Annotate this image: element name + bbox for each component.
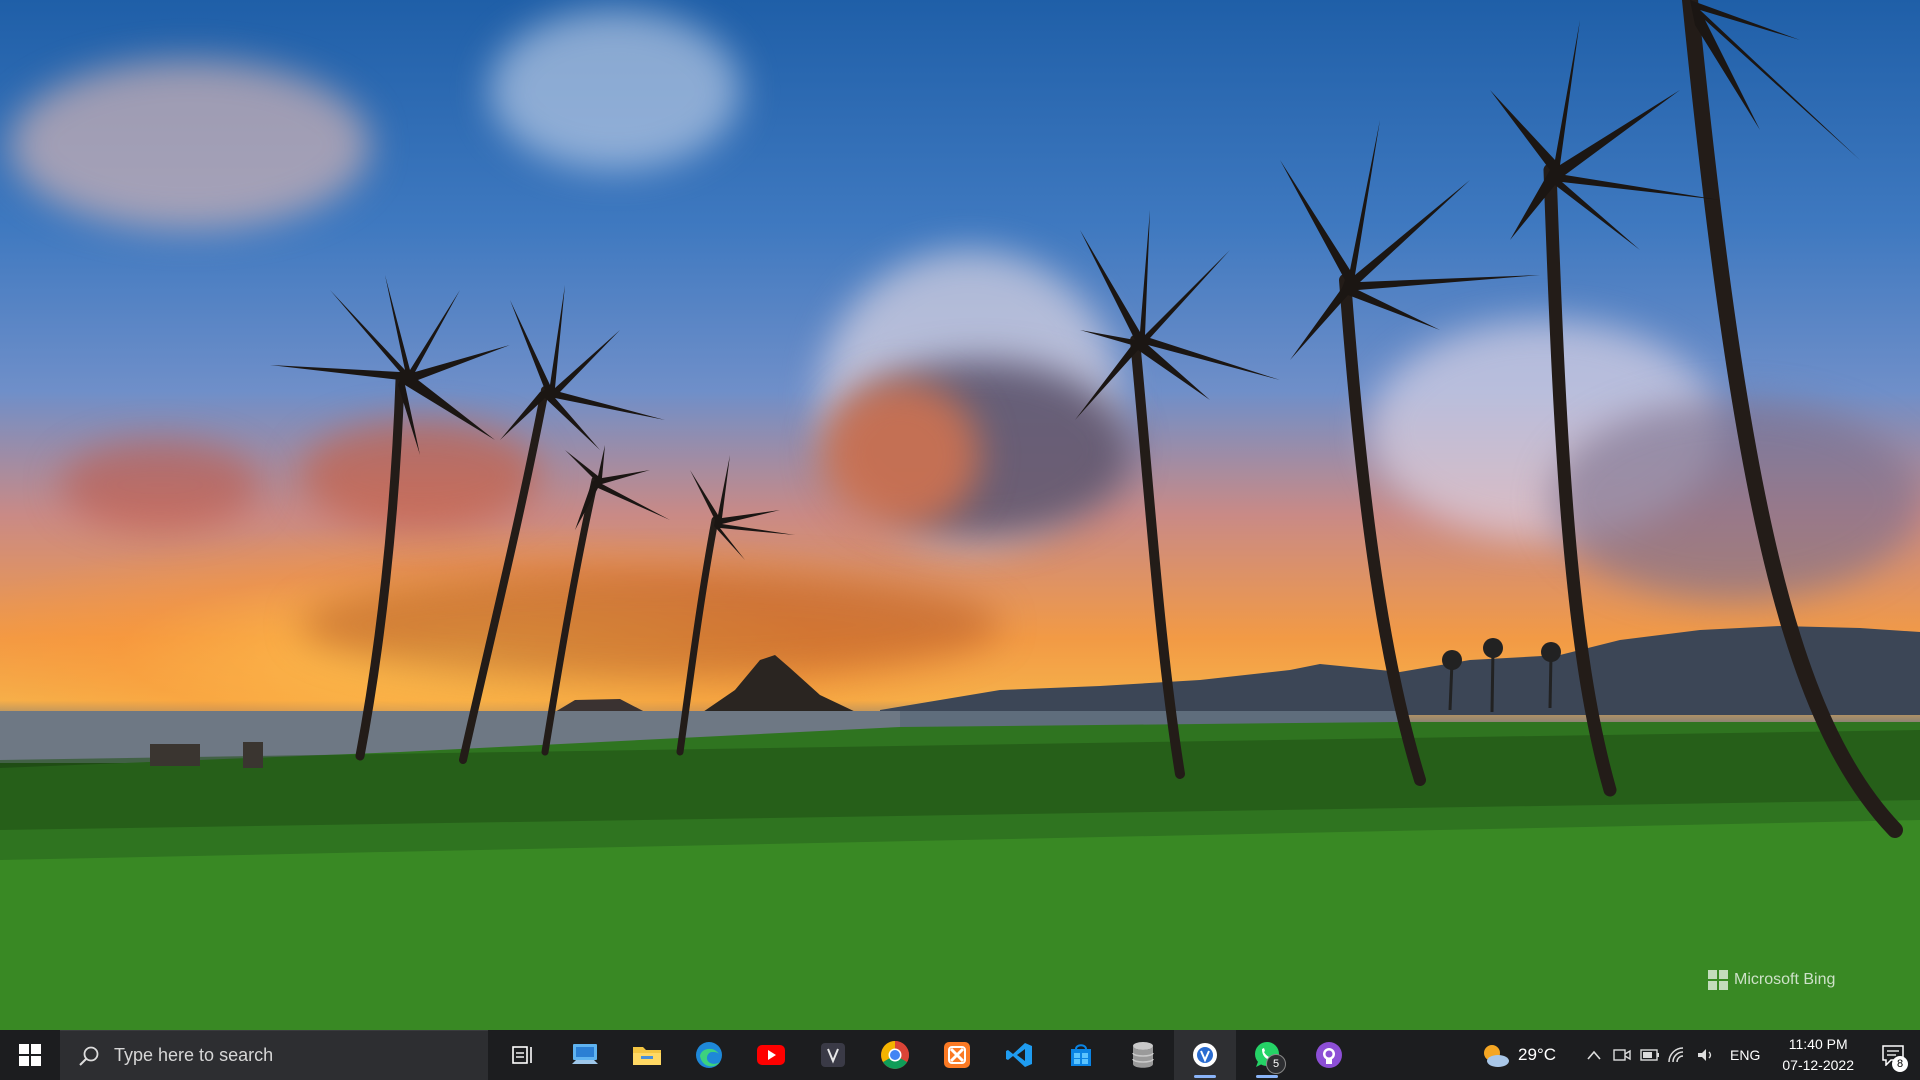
edge-button[interactable] bbox=[678, 1030, 740, 1080]
task-view-button[interactable] bbox=[492, 1030, 554, 1080]
start-button[interactable] bbox=[0, 1030, 60, 1080]
edge-icon bbox=[696, 1042, 722, 1068]
weather-widget[interactable]: 29°C bbox=[1470, 1042, 1566, 1068]
chevron-up-icon bbox=[1587, 1050, 1601, 1060]
xampp-button[interactable] bbox=[926, 1030, 988, 1080]
whatsapp-button[interactable]: 5 bbox=[1236, 1030, 1298, 1080]
action-center-button[interactable]: 8 bbox=[1866, 1030, 1920, 1080]
notification-count-badge: 8 bbox=[1892, 1056, 1908, 1072]
running-app-icon bbox=[1193, 1043, 1217, 1067]
vscode-icon bbox=[1006, 1043, 1032, 1067]
chrome-icon bbox=[881, 1041, 909, 1069]
database-icon bbox=[1132, 1042, 1154, 1068]
weather-temperature: 29°C bbox=[1518, 1045, 1557, 1064]
battery-button[interactable] bbox=[1636, 1030, 1664, 1080]
this-pc-button[interactable] bbox=[554, 1030, 616, 1080]
clock-date: 07-12-2022 bbox=[1782, 1057, 1854, 1073]
volume-button[interactable] bbox=[1692, 1030, 1720, 1080]
taskbar-search-box[interactable]: Type here to search bbox=[60, 1030, 488, 1080]
task-view-icon bbox=[512, 1046, 532, 1064]
show-hidden-icons-button[interactable] bbox=[1580, 1030, 1608, 1080]
speaker-icon bbox=[1698, 1049, 1712, 1061]
search-icon bbox=[79, 1046, 99, 1066]
whatsapp-unread-badge: 5 bbox=[1266, 1054, 1286, 1074]
windows-logo-icon bbox=[19, 1044, 41, 1066]
desktop-wallpaper: Microsoft Bing bbox=[0, 0, 1920, 1030]
clock-button[interactable]: 11:40 PM 07-12-2022 bbox=[1770, 1034, 1866, 1076]
vscode-button[interactable] bbox=[988, 1030, 1050, 1080]
wifi-icon bbox=[1668, 1047, 1684, 1063]
app-store-icon bbox=[821, 1043, 845, 1067]
github-desktop-icon bbox=[1316, 1042, 1342, 1068]
taskbar: Type here to search 5 29°C ENG 11:40 PM … bbox=[0, 1030, 1920, 1080]
app-store-button[interactable] bbox=[802, 1030, 864, 1080]
database-button[interactable] bbox=[1112, 1030, 1174, 1080]
youtube-button[interactable] bbox=[740, 1030, 802, 1080]
file-explorer-button[interactable] bbox=[616, 1030, 678, 1080]
microsoft-store-button[interactable] bbox=[1050, 1030, 1112, 1080]
landscape bbox=[0, 0, 1920, 1030]
bing-logo-icon bbox=[1708, 970, 1728, 990]
camera-icon bbox=[1613, 1049, 1631, 1061]
this-pc-icon bbox=[572, 1044, 598, 1064]
partly-cloudy-icon bbox=[1484, 1045, 1510, 1067]
youtube-icon bbox=[757, 1045, 785, 1065]
bing-credit-label: Microsoft Bing bbox=[1734, 971, 1836, 988]
clock-time: 11:40 PM bbox=[1788, 1036, 1848, 1052]
meet-now-button[interactable] bbox=[1608, 1030, 1636, 1080]
microsoft-store-icon bbox=[1071, 1044, 1091, 1066]
battery-icon bbox=[1640, 1049, 1660, 1061]
chrome-button[interactable] bbox=[864, 1030, 926, 1080]
running-app-button[interactable] bbox=[1174, 1030, 1236, 1080]
search-placeholder: Type here to search bbox=[114, 1045, 274, 1065]
network-button[interactable] bbox=[1664, 1030, 1692, 1080]
file-explorer-icon bbox=[633, 1047, 661, 1065]
bing-credit: Microsoft Bing bbox=[1708, 970, 1835, 990]
system-tray: 29°C ENG 11:40 PM 07-12-2022 8 bbox=[1470, 1030, 1920, 1080]
github-desktop-button[interactable] bbox=[1298, 1030, 1360, 1080]
xampp-icon bbox=[944, 1042, 970, 1068]
input-language-button[interactable]: ENG bbox=[1720, 1047, 1770, 1063]
